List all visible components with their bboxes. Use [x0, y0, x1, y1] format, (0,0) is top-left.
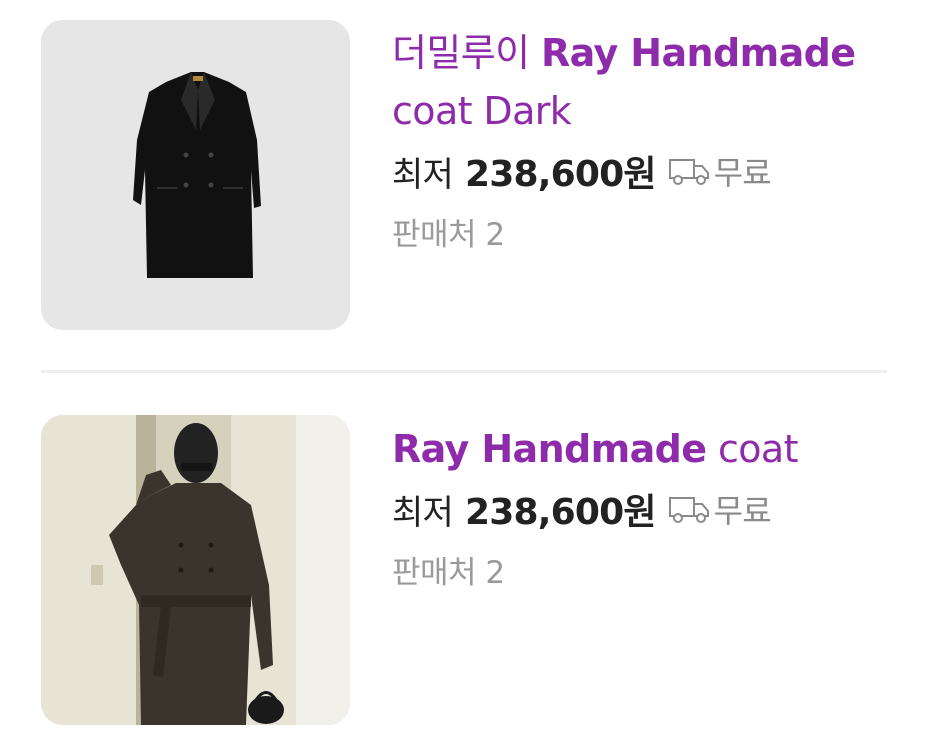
product-name-bold: Ray Handmade	[540, 31, 856, 75]
model-photo	[41, 415, 350, 725]
product-image[interactable]	[41, 415, 350, 725]
product-card[interactable]: Ray Handmade coat 최저 238,600원 무료 판매처 2	[0, 374, 929, 750]
truck-icon	[668, 159, 709, 185]
shipping-fee: 무료	[713, 492, 772, 530]
shipping-fee: 무료	[713, 154, 772, 192]
price-prefix: 최저	[392, 154, 454, 195]
product-card[interactable]: 더밀루이 Ray Handmade coat Dark 최저 238,600원 …	[0, 0, 929, 372]
coat-image	[41, 20, 350, 330]
product-name-rest: coat	[717, 427, 799, 471]
product-name-rest: coat Dark	[392, 89, 572, 133]
price-prefix: 최저	[392, 492, 454, 533]
seller-count[interactable]: 판매처 2	[392, 206, 889, 264]
truck-icon	[668, 497, 709, 523]
price-row: 최저 238,600원 무료	[392, 142, 889, 200]
price-value: 238,600원	[464, 492, 657, 533]
price-row: 최저 238,600원 무료	[392, 480, 889, 538]
seller-count[interactable]: 판매처 2	[392, 544, 889, 602]
price-value: 238,600원	[464, 154, 657, 195]
product-title[interactable]: 더밀루이 Ray Handmade coat Dark	[392, 24, 889, 140]
product-brand: 더밀루이	[392, 31, 530, 75]
product-title[interactable]: Ray Handmade coat	[392, 420, 889, 478]
divider	[41, 370, 887, 373]
product-name-bold: Ray Handmade	[392, 427, 707, 471]
product-image[interactable]	[41, 20, 350, 330]
